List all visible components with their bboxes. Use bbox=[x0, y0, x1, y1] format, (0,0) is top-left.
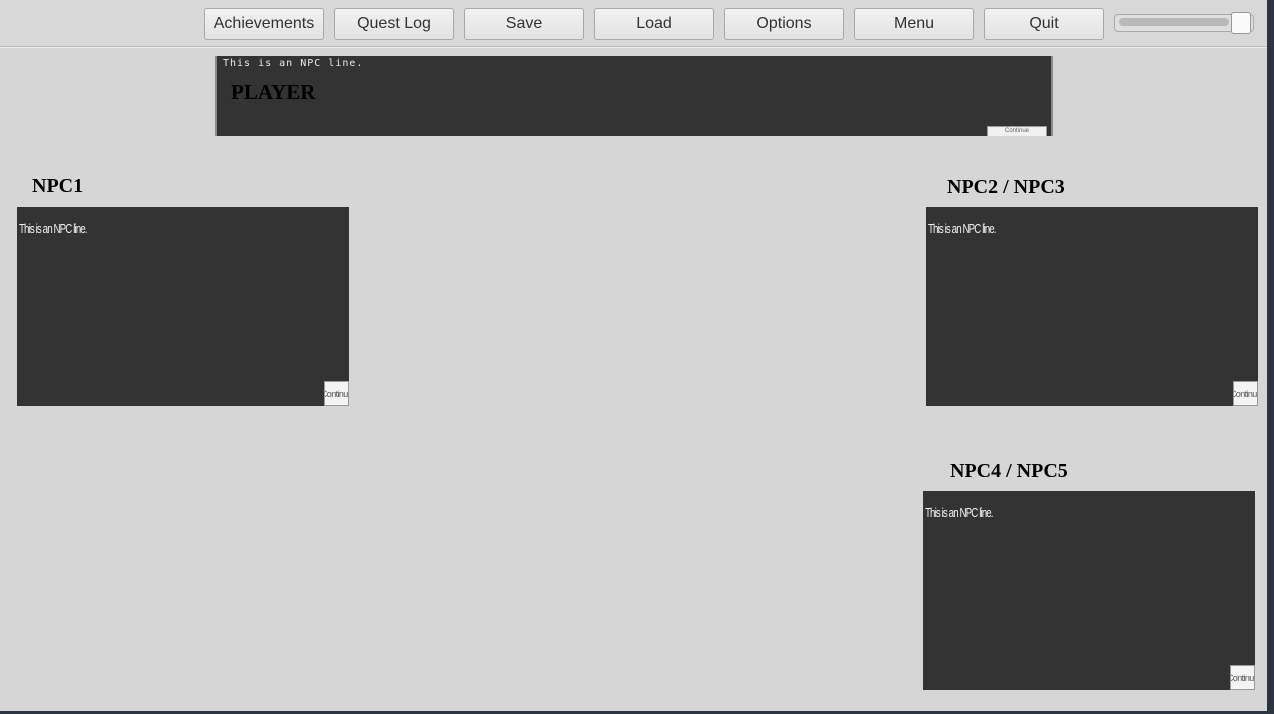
quit-button[interactable]: Quit bbox=[984, 8, 1104, 40]
player-continue-button[interactable]: Continue bbox=[987, 126, 1047, 136]
npc2-npc3-continue-button[interactable]: Continue bbox=[1233, 381, 1258, 406]
npc1-label: NPC1 bbox=[32, 175, 84, 197]
npc1-continue-button[interactable]: Continue bbox=[324, 381, 349, 406]
player-dialogue-text: This is an NPC line. bbox=[223, 58, 364, 69]
npc2-npc3-dialogue-panel: This is an NPC line. Continue bbox=[926, 207, 1258, 406]
npc4-npc5-continue-button[interactable]: Continue bbox=[1230, 665, 1255, 690]
options-button[interactable]: Options bbox=[724, 8, 844, 40]
player-name-label: PLAYER bbox=[231, 80, 316, 104]
game-screen: Achievements Quest Log Save Load Options… bbox=[0, 0, 1267, 711]
achievements-button[interactable]: Achievements bbox=[204, 8, 324, 40]
quest-log-button[interactable]: Quest Log bbox=[334, 8, 454, 40]
npc2-npc3-dialogue-text: This is an NPC line. bbox=[928, 221, 997, 236]
npc4-npc5-dialogue-panel: This is an NPC line. Continue bbox=[923, 491, 1255, 690]
npc4-npc5-dialogue-text: This is an NPC line. bbox=[925, 505, 994, 520]
slider-fill bbox=[1119, 18, 1229, 26]
npc2-npc3-label: NPC2 / NPC3 bbox=[947, 176, 1065, 198]
player-dialogue-panel: This is an NPC line. PLAYER Continue bbox=[215, 56, 1053, 136]
npc1-dialogue-panel: This is an NPC line. Continue bbox=[17, 207, 349, 406]
load-button[interactable]: Load bbox=[594, 8, 714, 40]
menu-button[interactable]: Menu bbox=[854, 8, 974, 40]
slider-handle[interactable] bbox=[1231, 12, 1251, 34]
top-toolbar: Achievements Quest Log Save Load Options… bbox=[0, 0, 1267, 47]
save-button[interactable]: Save bbox=[464, 8, 584, 40]
npc4-npc5-label: NPC4 / NPC5 bbox=[950, 460, 1068, 482]
npc1-dialogue-text: This is an NPC line. bbox=[19, 221, 88, 236]
volume-slider[interactable] bbox=[1114, 12, 1259, 34]
